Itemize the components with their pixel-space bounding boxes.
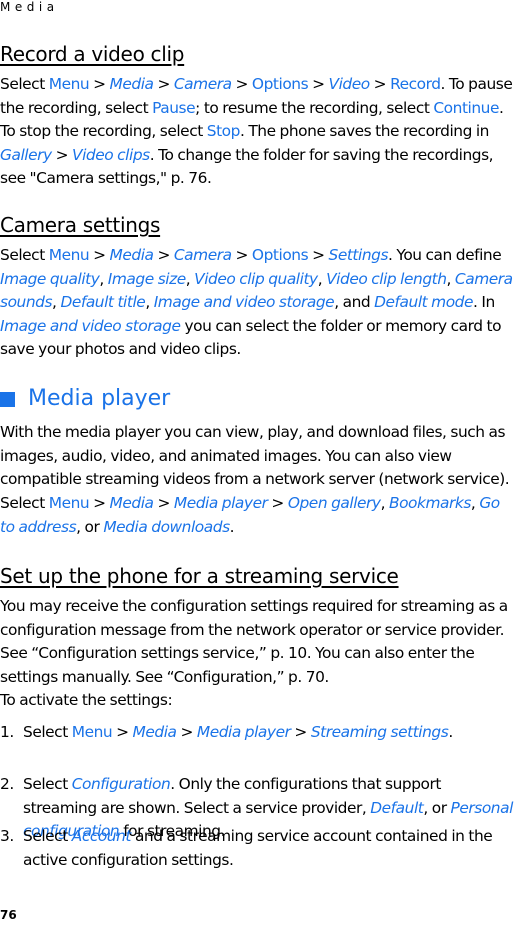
menu-option-text: Media bbox=[109, 494, 154, 512]
body-text: . bbox=[229, 517, 235, 536]
body-text: > bbox=[308, 246, 329, 264]
body-text: , bbox=[99, 269, 108, 288]
menu-option-text: Image and video storage bbox=[0, 316, 181, 335]
heading-media-player-text: Media player bbox=[28, 386, 171, 411]
body-text: Select bbox=[23, 775, 72, 793]
body-text: > bbox=[308, 75, 329, 93]
body-text: . The phone saves the recording in bbox=[239, 122, 489, 140]
body-text: > bbox=[231, 75, 252, 93]
menu-option-text: Camera bbox=[173, 75, 232, 93]
menu-command-text: Pause bbox=[152, 98, 196, 117]
menu-option-text: Video bbox=[328, 75, 371, 93]
body-text: > bbox=[51, 145, 73, 164]
body-text: Select bbox=[23, 827, 72, 845]
step-number: 3. bbox=[0, 827, 14, 845]
paragraph-streaming-intro: You may receive the configuration settin… bbox=[0, 595, 515, 689]
body-text: , or bbox=[423, 798, 451, 817]
menu-option-text: Default title bbox=[60, 293, 146, 311]
menu-option-text: Image size bbox=[107, 269, 186, 288]
menu-option-text: Media player bbox=[173, 494, 268, 512]
body-text: , bbox=[145, 293, 154, 311]
menu-command-text: Options bbox=[251, 75, 309, 93]
body-text: > bbox=[153, 494, 174, 512]
menu-option-text: Media bbox=[109, 246, 154, 264]
menu-option-text: Gallery bbox=[0, 145, 52, 164]
body-text: . bbox=[448, 723, 453, 741]
menu-option-text: Default bbox=[370, 798, 424, 817]
body-text: Select bbox=[23, 723, 72, 741]
body-text: > bbox=[231, 246, 252, 264]
list-item-step-1: 1. Select Menu > Media > Media player > … bbox=[0, 721, 515, 745]
heading-streaming-service: Set up the phone for a streaming service bbox=[0, 564, 399, 588]
step-text: Select Menu > Media > Media player > Str… bbox=[0, 721, 515, 745]
menu-option-text: Configuration bbox=[71, 775, 171, 793]
body-text: > bbox=[112, 723, 133, 741]
running-head: Media bbox=[0, 0, 59, 14]
menu-option-text: Video clip quality bbox=[194, 269, 318, 288]
menu-option-text: Settings bbox=[328, 246, 389, 264]
menu-command-text: Stop bbox=[206, 122, 241, 140]
list-item-step-3: 3. Select Account and a streaming servic… bbox=[0, 825, 515, 872]
body-text: Select bbox=[0, 75, 49, 93]
body-text: > bbox=[267, 494, 288, 512]
body-text: > bbox=[176, 723, 197, 741]
heading-record-video-clip: Record a video clip bbox=[0, 42, 185, 66]
body-text: > bbox=[153, 246, 174, 264]
menu-option-text: Open gallery bbox=[287, 494, 381, 512]
section-square-icon bbox=[0, 391, 15, 407]
menu-option-text: Camera bbox=[173, 246, 232, 264]
step-number: 2. bbox=[0, 775, 14, 793]
paragraph-media-player-intro: With the media player you can view, play… bbox=[0, 421, 515, 492]
menu-command-text: Continue bbox=[433, 98, 499, 117]
body-text: > bbox=[89, 246, 110, 264]
paragraph-media-player-select: Select Menu > Media > Media player > Ope… bbox=[0, 492, 515, 539]
body-text: You may receive the configuration settin… bbox=[0, 597, 508, 686]
paragraph-camera-settings: Select Menu > Media > Camera > Options >… bbox=[0, 244, 515, 362]
menu-option-text: Media player bbox=[196, 723, 291, 741]
body-text: Select bbox=[0, 246, 49, 264]
menu-option-text: Streaming settings bbox=[310, 723, 449, 741]
heading-media-player: Media player bbox=[0, 386, 170, 412]
paragraph-record-video-clip: Select Menu > Media > Camera > Options >… bbox=[0, 73, 515, 191]
body-text: . In bbox=[473, 293, 495, 311]
menu-option-text: Default mode bbox=[374, 293, 474, 311]
menu-option-text: Video clip length bbox=[326, 269, 447, 288]
body-text: To activate the settings: bbox=[0, 691, 173, 709]
menu-option-text: Media bbox=[109, 75, 154, 93]
page-number: 76 bbox=[0, 908, 17, 922]
menu-option-text: Media downloads bbox=[103, 517, 230, 536]
menu-command-text: Menu bbox=[48, 246, 90, 264]
body-text: Select bbox=[0, 494, 49, 512]
heading-camera-settings: Camera settings bbox=[0, 213, 161, 237]
menu-option-text: Image and video storage bbox=[153, 293, 335, 311]
menu-option-text: Video clips bbox=[72, 145, 150, 164]
paragraph-activate: To activate the settings: bbox=[0, 689, 515, 713]
body-text: > bbox=[89, 75, 110, 93]
body-text: , bbox=[185, 269, 195, 288]
step-number: 1. bbox=[0, 723, 14, 741]
menu-option-text: Image quality bbox=[0, 269, 100, 288]
body-text: With the media player you can view, play… bbox=[0, 423, 510, 488]
menu-command-text: Options bbox=[251, 246, 309, 264]
menu-option-text: Media bbox=[132, 723, 177, 741]
menu-command-text: Record bbox=[390, 75, 441, 93]
body-text: ; to resume the recording, select bbox=[195, 98, 434, 117]
body-text: , bbox=[380, 494, 389, 512]
menu-command-text: Menu bbox=[48, 75, 90, 93]
body-text: , bbox=[317, 269, 327, 288]
body-text: , or bbox=[76, 517, 104, 536]
body-text: > bbox=[290, 723, 311, 741]
menu-option-text: Bookmarks bbox=[388, 494, 471, 512]
menu-command-text: Menu bbox=[71, 723, 113, 741]
body-text: , and bbox=[334, 293, 375, 311]
body-text: > bbox=[153, 75, 174, 93]
body-text: > bbox=[369, 75, 391, 93]
step-text: Select Account and a streaming service a… bbox=[0, 825, 515, 872]
menu-command-text: Menu bbox=[48, 494, 90, 512]
body-text: > bbox=[89, 494, 110, 512]
body-text: , bbox=[446, 269, 455, 288]
menu-option-text: Account bbox=[71, 827, 132, 845]
body-text: . You can define bbox=[388, 246, 502, 264]
